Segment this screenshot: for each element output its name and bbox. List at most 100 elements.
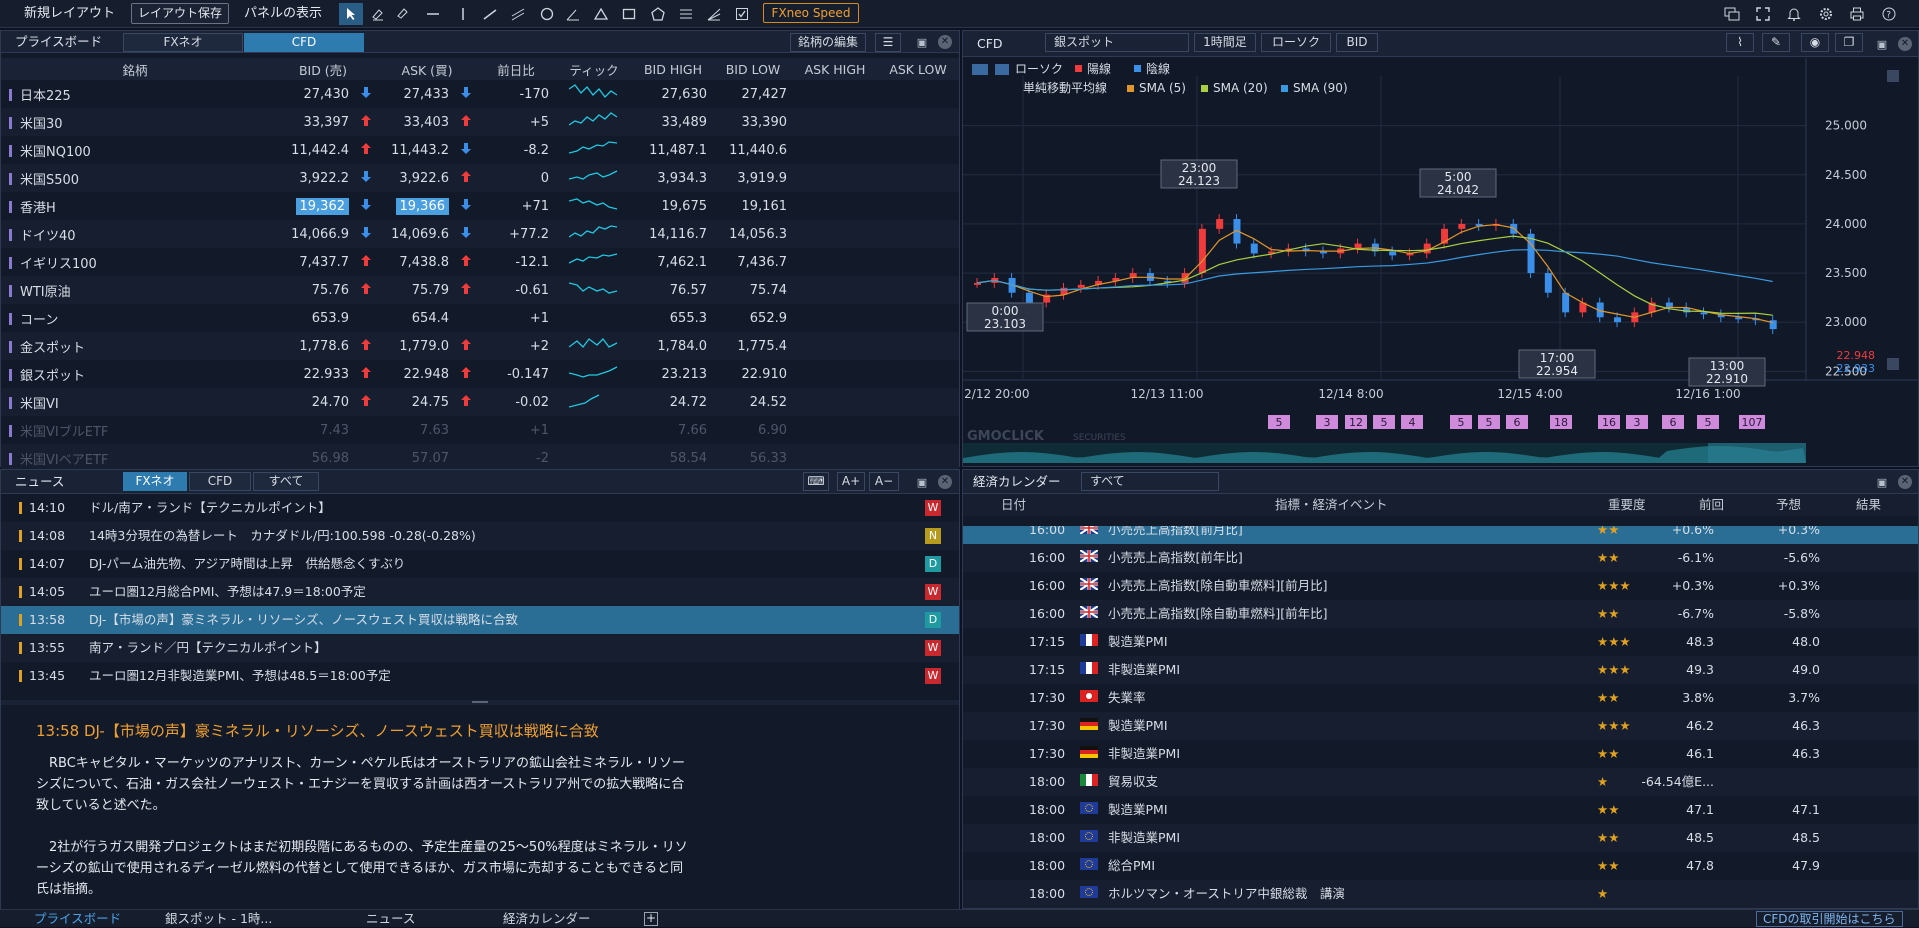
- bid-price[interactable]: 19,362: [295, 197, 349, 215]
- event-name[interactable]: ホルツマン・オーストリア中銀総裁 講演: [1108, 880, 1345, 908]
- chart-symbol-select[interactable]: 銀スポット: [1045, 33, 1189, 52]
- gear-icon[interactable]: [1816, 4, 1836, 24]
- maximize-icon[interactable]: ▣: [915, 35, 929, 49]
- news-item[interactable]: 13:55 南ア・ランド／円【テクニカルポイント】 W: [1, 634, 959, 662]
- news-item[interactable]: 14:07 DJ-パーム油先物、アジア時間は上昇 供給懸念くすぶり D: [1, 550, 959, 578]
- chart-type-select[interactable]: ローソク: [1261, 33, 1331, 52]
- calendar-maximize-icon[interactable]: ▣: [1875, 475, 1889, 489]
- news-tab-all[interactable]: すべて: [253, 472, 319, 491]
- fullscreen-icon[interactable]: [1753, 4, 1773, 24]
- col-bid-high[interactable]: BID HIGH: [633, 58, 713, 80]
- news-item[interactable]: 14:08 14時3分現在の為替レート カナダドル/円:100.598 -0.28…: [1, 522, 959, 550]
- news-headline[interactable]: ドル/南ア・ランド【テクニカルポイント】: [89, 494, 331, 522]
- ask-price[interactable]: 3,922.6: [399, 171, 449, 186]
- col-bid[interactable]: BID (売): [269, 58, 377, 80]
- cfd-start-link[interactable]: CFDの取引開始はこちら: [1756, 911, 1903, 927]
- symbol-name[interactable]: ドイツ40: [1, 220, 269, 248]
- ask-price[interactable]: 7,438.8: [399, 255, 449, 270]
- price-type-select[interactable]: BID: [1336, 33, 1378, 52]
- priceboard-row[interactable]: 米国VIベアETF 56.98 57.07 -2 58.54 56.33: [1, 444, 959, 472]
- event-name[interactable]: 非製造業PMI: [1108, 740, 1180, 768]
- cal-col-result[interactable]: 結果: [1856, 494, 1881, 516]
- ask-price[interactable]: 19,366: [395, 197, 449, 215]
- ask-price[interactable]: 11,443.2: [391, 143, 449, 158]
- ask-price[interactable]: 33,403: [404, 115, 450, 130]
- checkbox-icon[interactable]: [730, 3, 754, 25]
- bid-price[interactable]: 653.9: [312, 311, 349, 326]
- news-tab-cfd[interactable]: CFD: [189, 472, 251, 491]
- calendar-row[interactable]: 16:00 小売売上高指数[除自動車燃料][前年比] ★★ -6.7% -5.8%: [963, 600, 1918, 628]
- priceboard-row[interactable]: WTI原油 75.76 75.79 -0.61 76.57 75.74: [1, 276, 959, 304]
- symbol-name[interactable]: 日本225: [1, 80, 269, 108]
- chart-maximize-icon[interactable]: ▣: [1875, 37, 1889, 51]
- cursor-icon[interactable]: [339, 3, 363, 25]
- calendar-filter-select[interactable]: すべて: [1081, 472, 1219, 491]
- calendar-row[interactable]: 18:00 製造業PMI ★★ 47.1 47.1: [963, 796, 1918, 824]
- cal-col-forecast[interactable]: 予想: [1776, 494, 1801, 516]
- fxneo-speed-button[interactable]: FXneo Speed: [763, 3, 859, 23]
- news-item[interactable]: 13:58 DJ-【市場の声】豪ミネラル・リソーシズ、ノースウェスト買収は戦略に合…: [1, 606, 959, 634]
- symbol-name[interactable]: 米国VIベアETF: [1, 444, 269, 472]
- chart-settings-icon[interactable]: [972, 64, 988, 75]
- news-headline[interactable]: DJ-パーム油先物、アジア時間は上昇 供給懸念くすぶり: [89, 550, 405, 578]
- priceboard-row[interactable]: 銀スポット 22.933 22.948 -0.147 23.213 22.910: [1, 360, 959, 388]
- ask-price[interactable]: 75.79: [412, 283, 449, 298]
- priceboard-row[interactable]: ドイツ40 14,066.9 14,069.6 +77.2 14,116.7 14,056…: [1, 220, 959, 248]
- symbol-name[interactable]: イギリス100: [1, 248, 269, 276]
- circle-icon[interactable]: [535, 3, 559, 25]
- edit-symbols-button[interactable]: 銘柄の編集: [790, 33, 866, 52]
- col-symbol[interactable]: 銘柄: [1, 58, 269, 80]
- angle-icon[interactable]: [561, 3, 585, 25]
- fan-icon[interactable]: [702, 3, 726, 25]
- priceboard-row[interactable]: イギリス100 7,437.7 7,438.8 -12.1 7,462.1 7,436.7: [1, 248, 959, 276]
- calendar-row[interactable]: 17:15 非製造業PMI ★★★ 49.3 49.0: [963, 656, 1918, 684]
- vertical-line-icon[interactable]: [451, 3, 475, 25]
- calendar-row[interactable]: 18:00 総合PMI ★★ 47.8 47.9: [963, 852, 1918, 880]
- cal-col-date[interactable]: 日付: [1001, 494, 1026, 516]
- symbol-name[interactable]: WTI原油: [1, 276, 269, 304]
- bid-price[interactable]: 1,778.6: [299, 339, 349, 354]
- trend-line-icon[interactable]: [478, 3, 502, 25]
- event-name[interactable]: 失業率: [1108, 684, 1146, 712]
- ask-price[interactable]: 14,069.6: [391, 227, 449, 242]
- navigator-window[interactable]: [1708, 443, 1806, 463]
- calendar-row[interactable]: 17:30 失業率 ★★ 3.8% 3.7%: [963, 684, 1918, 712]
- new-layout-menu[interactable]: 新規レイアウト: [24, 4, 115, 24]
- triangle-icon[interactable]: [589, 3, 613, 25]
- news-maximize-icon[interactable]: ▣: [915, 475, 929, 489]
- bid-price[interactable]: 14,066.9: [291, 227, 349, 242]
- event-name[interactable]: 非製造業PMI: [1108, 656, 1180, 684]
- bid-price[interactable]: 27,430: [304, 87, 350, 102]
- bid-price[interactable]: 11,442.4: [291, 143, 349, 158]
- event-name[interactable]: 非製造業PMI: [1108, 824, 1180, 852]
- ask-price[interactable]: 1,779.0: [399, 339, 449, 354]
- calendar-row[interactable]: 18:00 ホルツマン・オーストリア中銀総裁 講演 ★: [963, 880, 1918, 908]
- save-layout-button[interactable]: レイアウト保存: [131, 3, 230, 24]
- bottom-tab-chart[interactable]: 銀スポット - 1時...: [165, 910, 272, 928]
- symbol-name[interactable]: 米国NQ100: [1, 136, 269, 164]
- priceboard-row[interactable]: 米国30 33,397 33,403 +5 33,489 33,390: [1, 108, 959, 136]
- fibonacci-icon[interactable]: [674, 3, 698, 25]
- ask-price[interactable]: 22.948: [404, 367, 450, 382]
- priceboard-row[interactable]: 米国VI 24.70 24.75 -0.02 24.72 24.52: [1, 388, 959, 416]
- printer-icon[interactable]: [1847, 4, 1867, 24]
- ask-price[interactable]: 7.63: [420, 423, 449, 438]
- rectangle-icon[interactable]: [617, 3, 641, 25]
- calendar-row[interactable]: 18:00 非製造業PMI ★★ 48.5 48.5: [963, 824, 1918, 852]
- symbol-name[interactable]: 米国S500: [1, 164, 269, 192]
- scroll-up-icon[interactable]: [1887, 70, 1899, 82]
- bid-price[interactable]: 3,922.2: [299, 171, 349, 186]
- priceboard-row[interactable]: 香港H 19,362 19,366 +71 19,675 19,161: [1, 192, 959, 220]
- event-name[interactable]: 小売売上高指数[除自動車燃料][前月比]: [1108, 572, 1328, 600]
- bid-price[interactable]: 75.76: [312, 283, 349, 298]
- news-item[interactable]: 14:10 ドル/南ア・ランド【テクニカルポイント】 W: [1, 494, 959, 522]
- ask-price[interactable]: 27,433: [404, 87, 450, 102]
- list-icon[interactable]: ☰: [875, 33, 901, 52]
- symbol-name[interactable]: 米国VIブルETF: [1, 416, 269, 444]
- eraser-all-icon[interactable]: [391, 3, 415, 25]
- font-larger-button[interactable]: A+: [837, 472, 865, 491]
- pentagon-icon[interactable]: [646, 3, 670, 25]
- event-name[interactable]: 小売売上高指数[前年比]: [1108, 544, 1243, 572]
- calendar-row[interactable]: 17:30 製造業PMI ★★★ 46.2 46.3: [963, 712, 1918, 740]
- eraser-icon[interactable]: [365, 3, 389, 25]
